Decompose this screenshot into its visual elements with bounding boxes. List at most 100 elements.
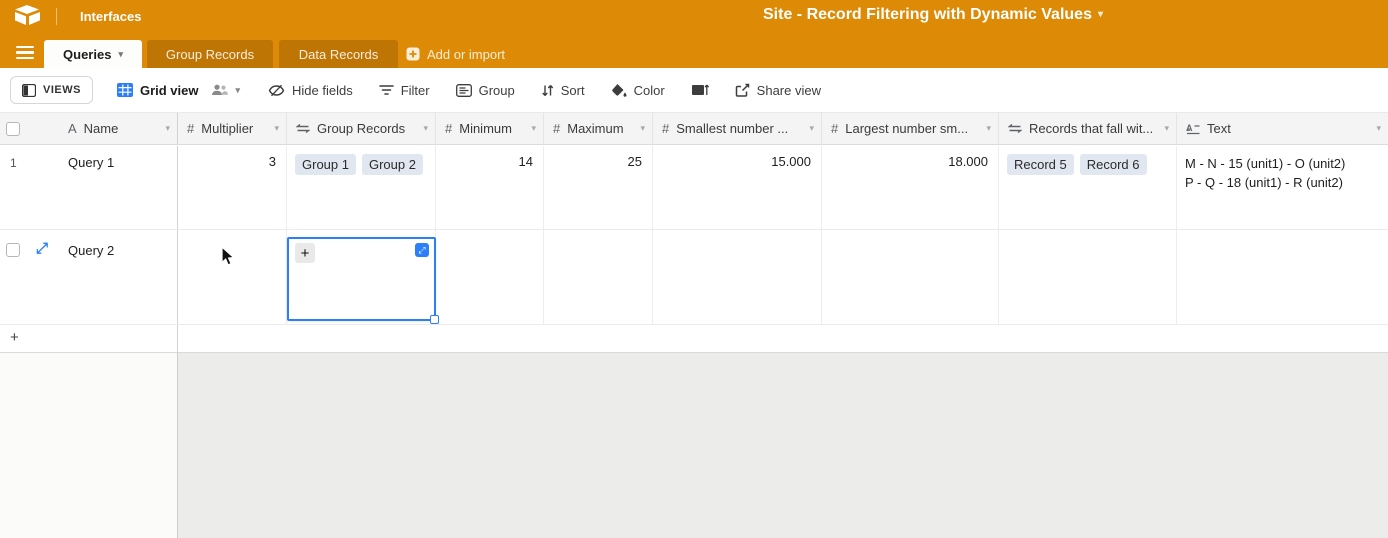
column-header-group-records[interactable]: Group Records ▾ xyxy=(287,113,436,144)
chevron-down-icon[interactable]: ▾ xyxy=(531,123,536,134)
grid-empty-background xyxy=(178,353,1388,538)
frozen-column-divider xyxy=(177,325,178,352)
frozen-column-background xyxy=(0,353,178,538)
column-header-text[interactable]: A Text ▾ xyxy=(1177,113,1388,144)
cell-maximum[interactable]: 25 xyxy=(544,146,653,229)
number-field-icon: # xyxy=(553,121,560,136)
tab-group-records[interactable]: Group Records xyxy=(147,40,273,68)
table-row-query-1[interactable]: 1 Query 1 3 Group 1 Group 2 14 25 15.000… xyxy=(0,146,1388,230)
add-or-import-button[interactable]: Add or import xyxy=(406,40,505,68)
cell-maximum[interactable] xyxy=(544,230,653,324)
app-window: Interfaces Site - Record Filtering with … xyxy=(0,0,1388,538)
sidebar-icon xyxy=(22,84,36,97)
row-checkbox[interactable] xyxy=(6,243,20,257)
views-button[interactable]: VIEWS xyxy=(10,76,93,104)
sort-button[interactable]: Sort xyxy=(541,83,585,98)
row-number: 1 xyxy=(10,156,17,170)
grid-view-button[interactable]: Grid view ▾ xyxy=(117,83,240,98)
table-row-query-2[interactable]: ⤢ Query 2 + ⤢ xyxy=(0,230,1388,325)
cell-fill-handle[interactable] xyxy=(430,315,439,324)
column-header-maximum[interactable]: # Maximum ▾ xyxy=(544,113,653,144)
chevron-down-icon[interactable]: ▾ xyxy=(1376,123,1381,134)
cell-minimum[interactable] xyxy=(436,230,544,324)
number-field-icon: # xyxy=(445,121,452,136)
chevron-down-icon[interactable]: ▾ xyxy=(423,123,428,134)
cell-name[interactable]: ⤢ Query 2 xyxy=(0,230,178,324)
app-label: Interfaces xyxy=(80,9,141,24)
chevron-down-icon[interactable]: ▾ xyxy=(640,123,645,134)
cell-text[interactable] xyxy=(1177,230,1388,324)
menu-icon[interactable] xyxy=(16,46,34,59)
chevron-down-icon: ▾ xyxy=(118,49,123,60)
share-view-button[interactable]: Share view xyxy=(735,83,821,98)
tab-bar: Queries ▾ Group Records Data Records Add… xyxy=(0,32,1388,68)
filter-icon xyxy=(379,84,394,96)
cell-multiplier[interactable]: 3 xyxy=(178,146,287,229)
tab-queries[interactable]: Queries ▾ xyxy=(44,40,142,68)
title-caret-icon: ▾ xyxy=(1098,9,1103,20)
cell-smallest-number[interactable]: 15.000 xyxy=(653,146,822,229)
cell-minimum[interactable]: 14 xyxy=(436,146,544,229)
column-header-largest-number[interactable]: # Largest number sm... ▾ xyxy=(822,113,999,144)
column-header-smallest-number[interactable]: # Smallest number ... ▾ xyxy=(653,113,822,144)
linked-record-chip[interactable]: Group 2 xyxy=(362,154,423,175)
chevron-down-icon[interactable]: ▾ xyxy=(274,123,279,134)
group-button[interactable]: Group xyxy=(456,83,515,98)
plus-square-icon xyxy=(406,47,420,61)
column-header-minimum[interactable]: # Minimum ▾ xyxy=(436,113,544,144)
page-title[interactable]: Site - Record Filtering with Dynamic Val… xyxy=(763,6,1103,24)
chevron-down-icon[interactable]: ▾ xyxy=(1164,123,1169,134)
tab-data-records[interactable]: Data Records xyxy=(279,40,398,68)
share-view-icon xyxy=(735,83,750,97)
number-field-icon: # xyxy=(831,121,838,136)
expand-cell-icon[interactable]: ⤢ xyxy=(415,243,429,257)
airtable-logo-icon[interactable] xyxy=(14,5,42,27)
single-line-text-field-icon: A xyxy=(68,121,77,136)
group-icon xyxy=(456,84,472,97)
hide-fields-icon xyxy=(268,84,285,97)
chevron-down-icon[interactable]: ▾ xyxy=(986,123,991,134)
row-height-button[interactable] xyxy=(691,83,709,97)
cell-group-records[interactable]: Group 1 Group 2 xyxy=(287,146,436,229)
cell-largest-number[interactable] xyxy=(822,230,999,324)
color-button[interactable]: Color xyxy=(611,83,665,98)
text-line: P - Q - 18 (unit1) - R (unit2) xyxy=(1185,173,1388,192)
cell-smallest-number[interactable] xyxy=(653,230,822,324)
filter-button[interactable]: Filter xyxy=(379,83,430,98)
expand-record-icon[interactable]: ⤢ xyxy=(36,240,48,257)
chevron-down-icon[interactable]: ▾ xyxy=(809,123,814,134)
hide-fields-button[interactable]: Hide fields xyxy=(268,83,353,98)
add-linked-record-button[interactable]: + xyxy=(295,243,315,263)
linked-record-chip[interactable]: Record 6 xyxy=(1080,154,1147,175)
add-record-row[interactable]: + xyxy=(0,325,1388,353)
column-header-multiplier[interactable]: # Multiplier ▾ xyxy=(178,113,287,144)
divider xyxy=(56,8,57,25)
linked-record-chip[interactable]: Group 1 xyxy=(295,154,356,175)
cell-text[interactable]: M - N - 15 (unit1) - O (unit2) P - Q - 1… xyxy=(1177,146,1388,229)
cell-multiplier[interactable] xyxy=(178,230,287,324)
chevron-down-icon[interactable]: ▾ xyxy=(165,123,170,134)
linked-record-field-icon xyxy=(296,123,310,134)
select-all-checkbox[interactable] xyxy=(6,122,20,136)
column-header-name[interactable]: A Name ▾ xyxy=(0,113,178,144)
grid-view-icon xyxy=(117,83,133,97)
number-field-icon: # xyxy=(662,121,669,136)
column-header-records-within[interactable]: Records that fall wit... ▾ xyxy=(999,113,1177,144)
cell-largest-number[interactable]: 18.000 xyxy=(822,146,999,229)
sort-icon xyxy=(541,84,554,97)
number-field-icon: # xyxy=(187,121,194,136)
cell-name[interactable]: 1 Query 1 xyxy=(0,146,178,229)
row-height-icon xyxy=(691,83,709,97)
record-name: Query 1 xyxy=(68,155,114,170)
view-toolbar: VIEWS Grid view ▾ Hide fields Filter xyxy=(0,68,1388,113)
svg-text:A: A xyxy=(1186,123,1193,133)
selected-cell-group-records[interactable]: + ⤢ xyxy=(287,237,436,321)
long-text-field-icon: A xyxy=(1186,123,1200,135)
linked-record-field-icon xyxy=(1008,123,1022,134)
cell-records-within[interactable] xyxy=(999,230,1177,324)
add-record-icon[interactable]: + xyxy=(10,329,19,346)
linked-record-chip[interactable]: Record 5 xyxy=(1007,154,1074,175)
collaborators-icon xyxy=(211,84,228,96)
cell-records-within[interactable]: Record 5 Record 6 xyxy=(999,146,1177,229)
text-line: M - N - 15 (unit1) - O (unit2) xyxy=(1185,154,1388,173)
